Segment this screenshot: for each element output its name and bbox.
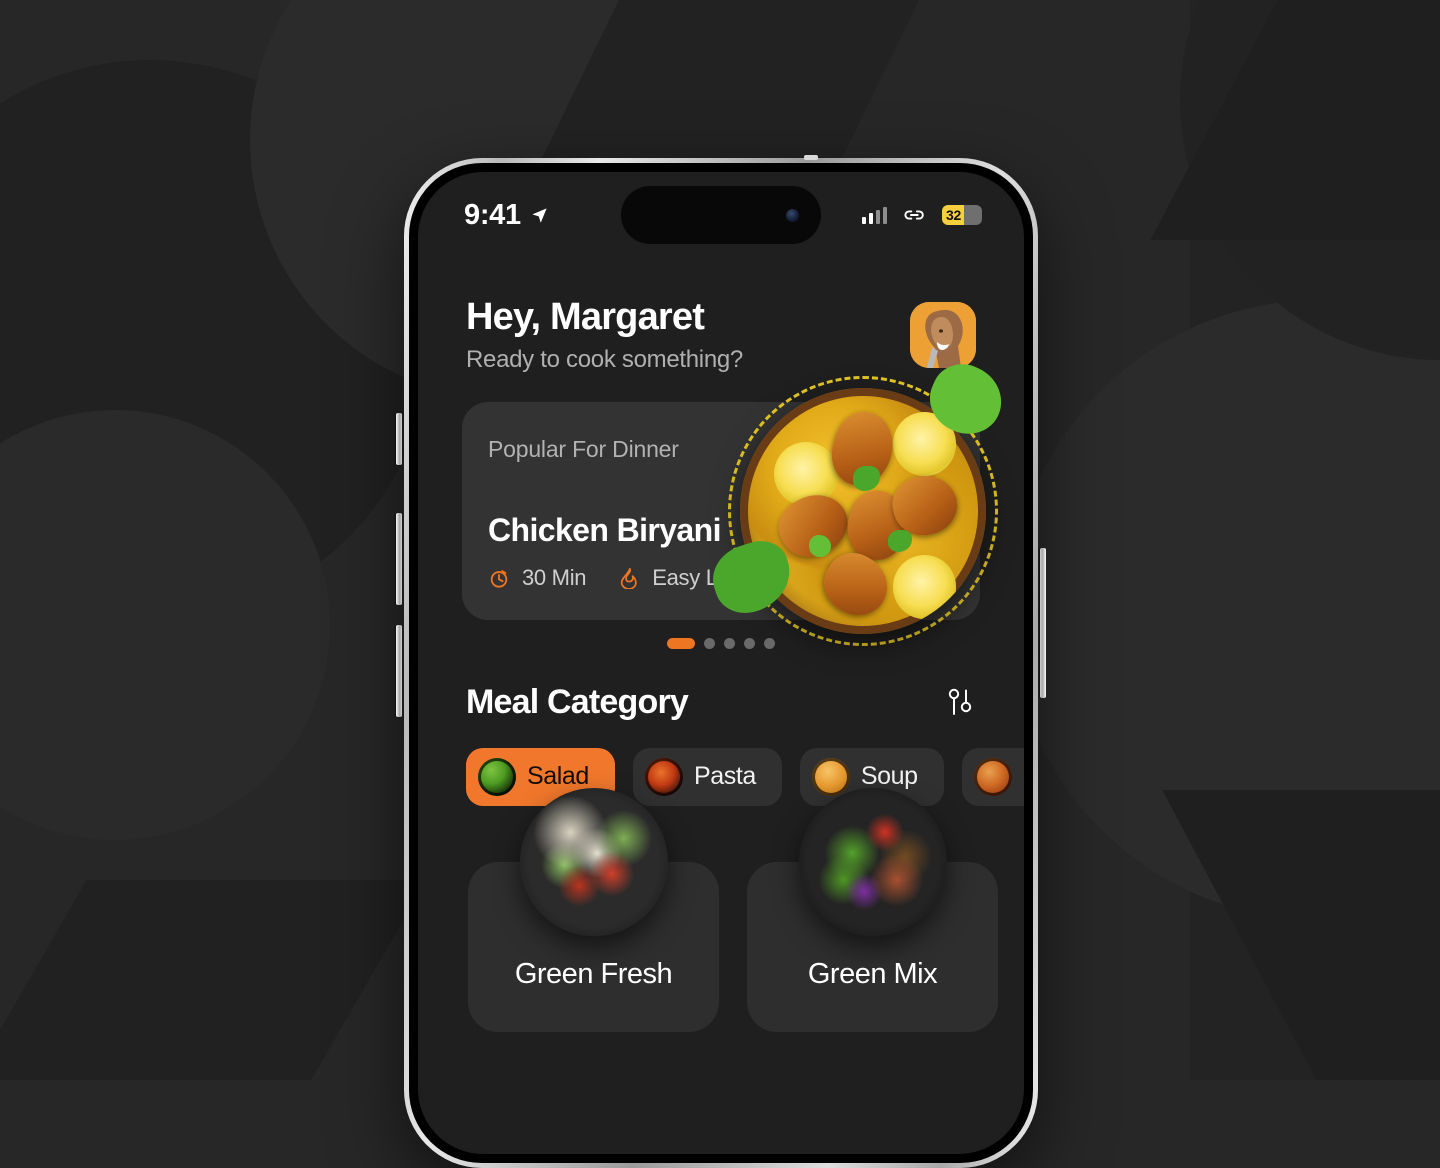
greeting-header: Hey, Margaret Ready to cook something? — [418, 258, 1024, 374]
pizza-thumb-icon — [974, 758, 1012, 796]
salad-bowl-thumb-icon — [478, 758, 516, 796]
carousel-dot[interactable] — [667, 638, 695, 649]
chicken-biryani-image — [724, 372, 1002, 650]
green-mix-salad-image — [799, 788, 947, 936]
meal-category-chips[interactable]: Salad Pasta Soup Pizza — [418, 722, 1024, 806]
battery-indicator: 32 — [942, 205, 982, 225]
featured-recipe-meta: 30 Min Easy Lvl — [488, 565, 733, 591]
section-title: Meal Category — [466, 683, 688, 722]
volume-up-button[interactable] — [396, 513, 402, 605]
category-chip-label: Pizza — [1023, 762, 1024, 791]
featured-recipe-card[interactable]: Popular For Dinner Chicken Biryani 30 Mi… — [462, 402, 980, 620]
battery-percent-label: 32 — [942, 207, 982, 223]
status-bar: 9:41 — [418, 172, 1024, 258]
antenna-band — [804, 155, 818, 160]
status-bar-right: 32 — [862, 205, 983, 225]
page-title: Hey, Margaret — [466, 296, 743, 340]
avatar[interactable] — [910, 302, 976, 368]
category-chip-pasta[interactable]: Pasta — [633, 748, 782, 806]
recipe-card-title: Green Fresh — [468, 958, 719, 991]
phone-mockup: 9:41 — [404, 158, 1038, 1168]
featured-recipe-title: Chicken Biryani — [488, 512, 721, 549]
recipe-card-green-fresh[interactable]: Green Fresh — [468, 862, 719, 1032]
filter-sliders-icon[interactable] — [946, 687, 974, 717]
decor-shape — [0, 880, 427, 1080]
phone-screen: 9:41 — [418, 172, 1024, 1154]
front-camera-icon — [786, 209, 799, 222]
chain-link-icon — [901, 206, 928, 224]
green-fresh-salad-image — [520, 788, 668, 936]
action-button[interactable] — [396, 413, 402, 465]
recipe-card-title: Green Mix — [747, 958, 998, 991]
avatar-portrait — [910, 302, 976, 368]
location-arrow-icon — [530, 206, 549, 225]
recipe-card-green-mix[interactable]: Green Mix — [747, 862, 998, 1032]
category-chip-label: Pasta — [694, 762, 756, 791]
power-button[interactable] — [1040, 548, 1046, 698]
greeting-subtitle: Ready to cook something? — [466, 346, 743, 374]
app-content: Hey, Margaret Ready to cook something? — [418, 258, 1024, 1032]
recipe-grid: Green Fresh Green Mix — [418, 806, 1024, 1032]
carousel-dot[interactable] — [704, 638, 715, 649]
timer-icon — [488, 567, 510, 589]
pasta-bowl-thumb-icon — [645, 758, 683, 796]
volume-down-button[interactable] — [396, 625, 402, 717]
meal-category-header: Meal Category — [418, 649, 1024, 722]
status-time: 9:41 — [464, 199, 521, 232]
featured-recipe-carousel: Popular For Dinner Chicken Biryani 30 Mi… — [418, 402, 1024, 649]
dynamic-island — [621, 186, 821, 244]
greeting-text-block: Hey, Margaret Ready to cook something? — [466, 296, 743, 374]
soup-bowl-thumb-icon — [812, 758, 850, 796]
flame-icon — [618, 567, 640, 589]
cellular-bars-icon — [862, 207, 888, 224]
phone-bezel: 9:41 — [409, 163, 1033, 1163]
category-chip-pizza[interactable]: Pizza — [962, 748, 1024, 806]
category-chip-label: Salad — [527, 762, 589, 791]
featured-time-label: 30 Min — [522, 565, 586, 591]
